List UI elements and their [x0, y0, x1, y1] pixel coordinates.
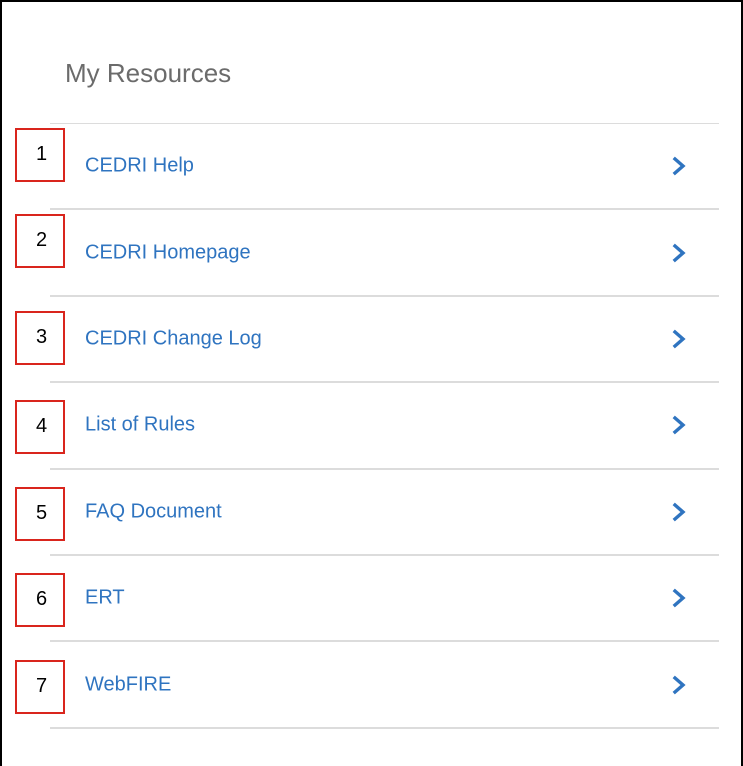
resource-link-label[interactable]: FAQ Document: [85, 500, 222, 523]
my-resources-panel: My Resources CEDRI Help CEDRI Homepage C…: [0, 0, 743, 766]
resource-link-label[interactable]: CEDRI Help: [85, 155, 194, 178]
callout-number-box: 2: [15, 214, 65, 268]
resource-link-cedri-help[interactable]: CEDRI Help: [50, 124, 719, 211]
resource-link-label[interactable]: List of Rules: [85, 414, 195, 437]
chevron-right-icon[interactable]: [671, 243, 687, 263]
resource-link-list-of-rules[interactable]: List of Rules: [50, 383, 719, 470]
resource-link-label[interactable]: CEDRI Change Log: [85, 327, 262, 350]
callout-number-box: 7: [15, 660, 65, 714]
resource-link-cedri-change-log[interactable]: CEDRI Change Log: [50, 297, 719, 384]
resource-link-webfire[interactable]: WebFIRE: [50, 642, 719, 729]
callout-number-box: 1: [15, 128, 65, 182]
chevron-right-icon[interactable]: [671, 415, 687, 435]
chevron-right-icon[interactable]: [671, 156, 687, 176]
resource-link-label[interactable]: WebFIRE: [85, 673, 171, 696]
callout-number-box: 3: [15, 311, 65, 365]
chevron-right-icon[interactable]: [671, 675, 687, 695]
resource-link-label[interactable]: CEDRI Homepage: [85, 241, 251, 264]
callout-number-box: 5: [15, 487, 65, 541]
chevron-right-icon[interactable]: [671, 502, 687, 522]
resource-link-faq-document[interactable]: FAQ Document: [50, 470, 719, 556]
resources-list: CEDRI Help CEDRI Homepage CEDRI Change L…: [50, 123, 719, 729]
resource-link-cedri-homepage[interactable]: CEDRI Homepage: [50, 210, 719, 297]
callout-number-box: 6: [15, 573, 65, 627]
chevron-right-icon[interactable]: [671, 588, 687, 608]
resource-link-label[interactable]: ERT: [85, 587, 125, 610]
chevron-right-icon[interactable]: [671, 329, 687, 349]
resource-link-ert[interactable]: ERT: [50, 556, 719, 643]
panel-title: My Resources: [65, 58, 232, 88]
callout-number-box: 4: [15, 400, 65, 454]
